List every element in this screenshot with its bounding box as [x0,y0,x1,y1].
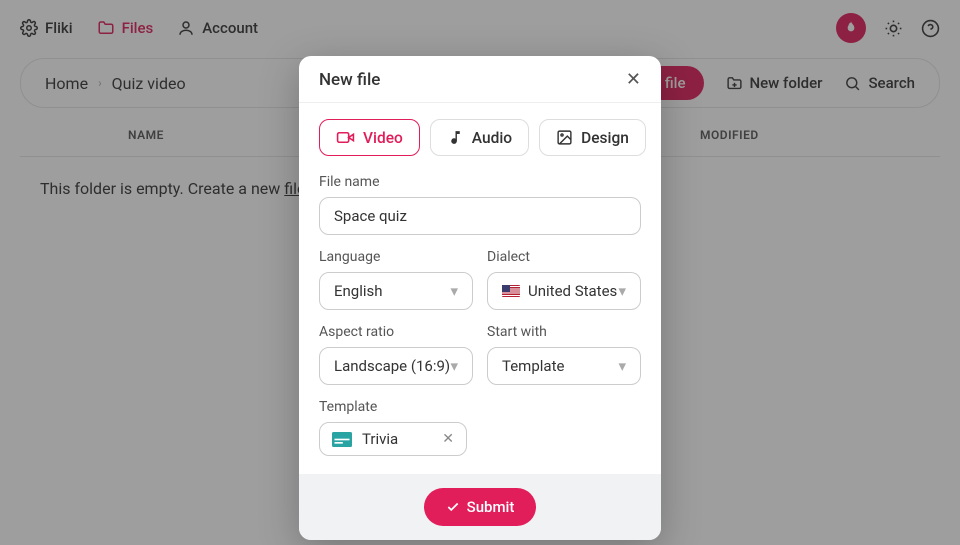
filename-field: File name [319,174,641,235]
startwith-select[interactable]: Template ▾ [487,347,641,385]
dialog-body: Video Audio Design File name [299,103,661,474]
tab-design-label: Design [581,129,629,147]
tab-audio-label: Audio [472,129,512,147]
tab-video[interactable]: Video [319,119,420,156]
filename-label: File name [319,174,641,190]
new-file-dialog: New file ✕ Video Audio Design [299,56,661,540]
startwith-label: Start with [487,324,641,340]
aspect-label: Aspect ratio [319,324,473,340]
chevron-down-icon: ▾ [450,357,458,375]
dialect-value-wrap: United States [502,282,617,300]
template-value: Trivia [362,430,398,448]
image-icon [556,129,573,146]
dialect-field: Dialect United States ▾ [487,249,641,310]
aspect-select[interactable]: Landscape (16:9) ▾ [319,347,473,385]
template-field: Template Trivia ✕ [319,399,641,456]
modal-overlay[interactable]: New file ✕ Video Audio Design [0,0,960,545]
language-label: Language [319,249,473,265]
submit-button[interactable]: Submit [424,488,537,526]
aspect-field: Aspect ratio Landscape (16:9) ▾ [319,324,473,385]
aspect-value: Landscape (16:9) [334,357,450,375]
startwith-field: Start with Template ▾ [487,324,641,385]
filename-input-wrap[interactable] [319,197,641,235]
dialog-title: New file [319,70,380,90]
language-field: Language English ▾ [319,249,473,310]
tab-design[interactable]: Design [539,119,646,156]
file-type-tabs: Video Audio Design [319,119,641,156]
dialect-value: United States [528,282,617,300]
dialog-header: New file ✕ [299,56,661,103]
template-chip[interactable]: Trivia ✕ [319,422,467,456]
close-icon[interactable]: ✕ [626,71,641,89]
dialog-footer: Submit [299,474,661,540]
card-icon [332,432,352,447]
filename-input[interactable] [334,207,626,225]
video-icon [336,128,355,147]
music-icon [447,129,464,146]
language-select[interactable]: English ▾ [319,272,473,310]
flag-us-icon [502,285,520,297]
chevron-down-icon: ▾ [450,282,458,300]
submit-label: Submit [467,498,515,516]
tab-audio[interactable]: Audio [430,119,529,156]
startwith-value: Template [502,357,564,375]
chevron-down-icon: ▾ [618,282,626,300]
chevron-down-icon: ▾ [618,357,626,375]
check-icon [446,500,460,514]
template-label: Template [319,399,641,415]
language-value: English [334,282,383,300]
tab-video-label: Video [363,129,403,147]
dialect-label: Dialect [487,249,641,265]
clear-template-icon[interactable]: ✕ [442,431,454,447]
dialect-select[interactable]: United States ▾ [487,272,641,310]
